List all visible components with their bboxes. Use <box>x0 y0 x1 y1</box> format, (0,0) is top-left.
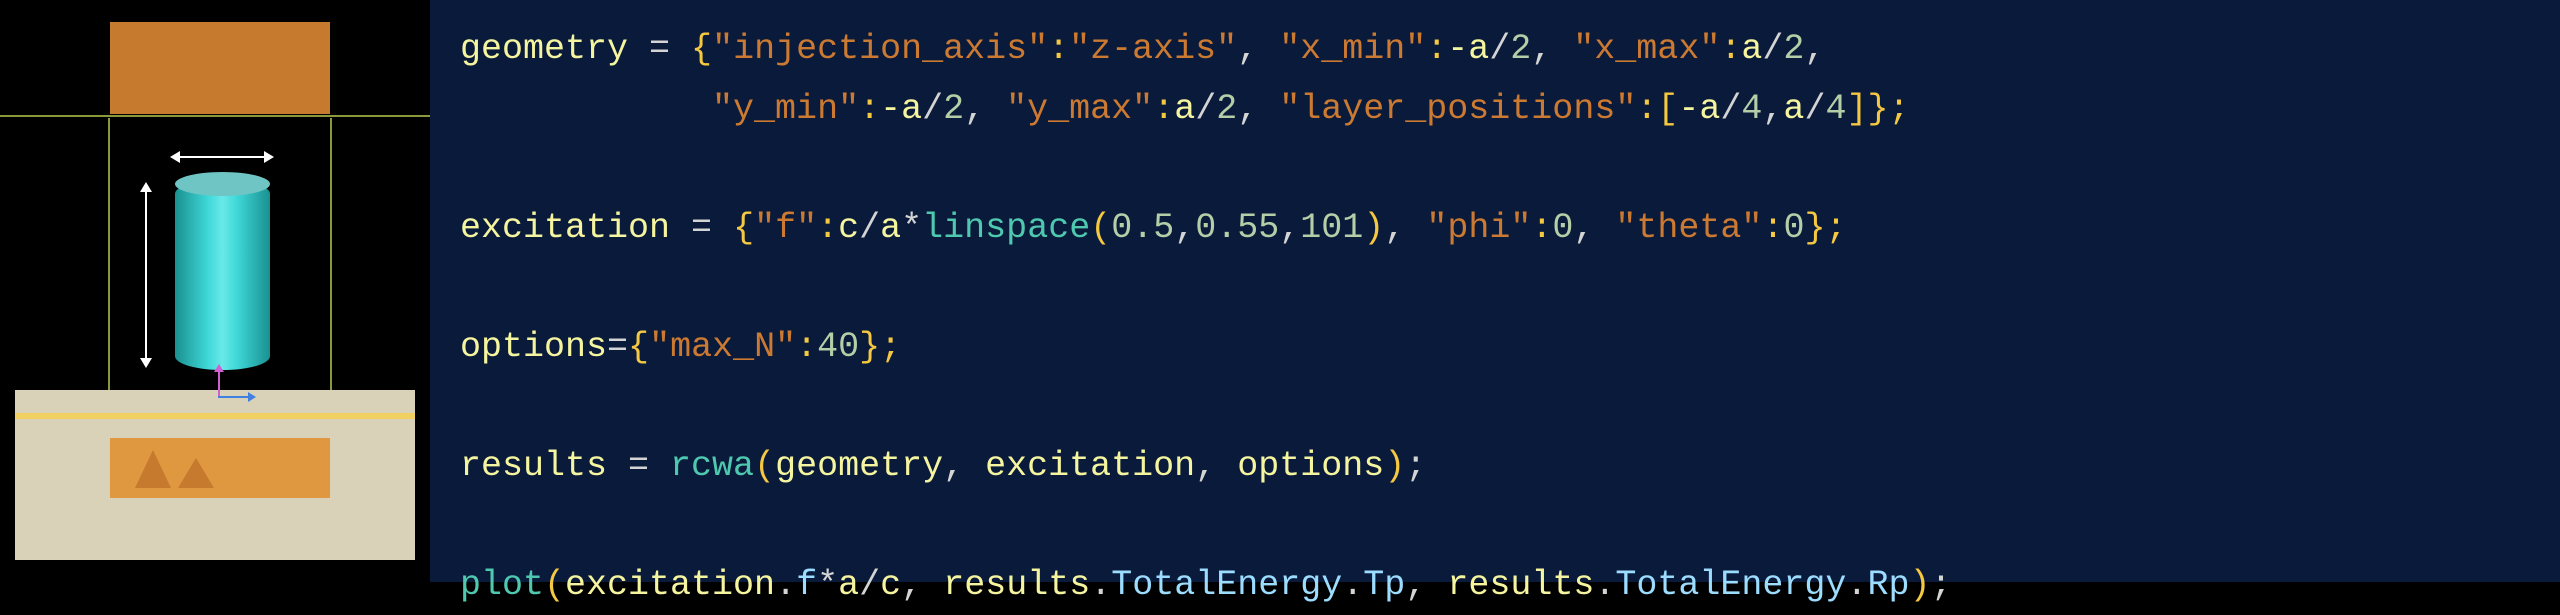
cylinder-pillar <box>175 180 270 370</box>
code-line: excitation = {"f":c/a*linspace(0.5,0.55,… <box>460 208 1846 248</box>
code-line: results = rcwa(geometry, excitation, opt… <box>460 446 1426 486</box>
boundary-line <box>0 115 430 117</box>
substrate-interface-line <box>15 413 415 419</box>
superstrate-block <box>110 22 330 114</box>
code-line: options={"max_N":40}; <box>460 327 901 367</box>
width-dimension-arrow <box>178 156 266 158</box>
code-editor-panel[interactable]: geometry = {"injection_axis":"z-axis", "… <box>430 0 2560 582</box>
code-line: "y_min":-a/2, "y_max":a/2, "layer_positi… <box>460 89 1910 129</box>
buried-feature <box>178 458 214 488</box>
geometry-visualization-panel <box>0 0 430 582</box>
z-axis-indicator <box>218 370 220 396</box>
code-line: geometry = {"injection_axis":"z-axis", "… <box>460 29 1825 69</box>
height-dimension-arrow <box>145 190 147 360</box>
x-axis-indicator <box>218 396 250 398</box>
code-line: plot(excitation.f*a/c, results.TotalEner… <box>460 565 1951 605</box>
cylinder-top-cap <box>175 172 270 196</box>
buried-feature <box>135 450 171 488</box>
